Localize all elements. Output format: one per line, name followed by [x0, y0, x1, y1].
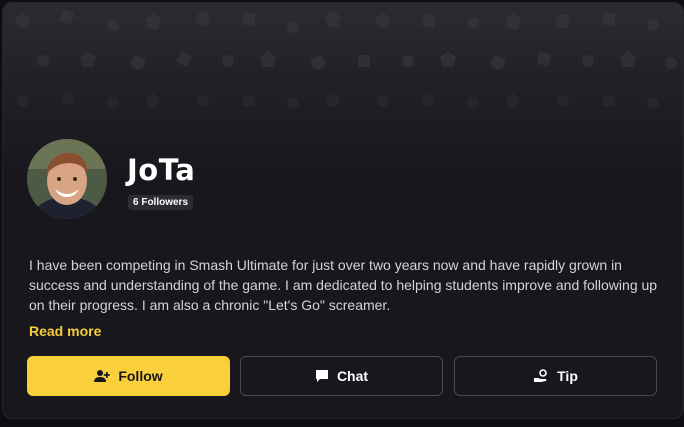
hand-coin-icon	[533, 369, 549, 383]
follow-label: Follow	[118, 368, 163, 384]
tip-button[interactable]: Tip	[454, 356, 657, 396]
follow-button[interactable]: Follow	[27, 356, 230, 396]
person-plus-icon	[94, 369, 111, 383]
chat-bubble-icon	[315, 369, 329, 383]
banner-pattern	[16, 9, 677, 109]
read-more-link[interactable]: Read more	[29, 323, 101, 339]
profile-banner	[3, 3, 683, 173]
profile-card: JoTa 6 Followers I have been competing i…	[2, 2, 684, 419]
profile-bio: I have been competing in Smash Ultimate …	[29, 257, 658, 313]
avatar-image	[27, 139, 107, 219]
tip-label: Tip	[557, 368, 578, 384]
chat-label: Chat	[336, 368, 369, 384]
chat-button[interactable]: Chat	[240, 356, 443, 396]
avatar[interactable]	[27, 139, 107, 219]
profile-name: JoTa	[127, 153, 196, 187]
followers-badge: 6 Followers	[128, 195, 194, 210]
